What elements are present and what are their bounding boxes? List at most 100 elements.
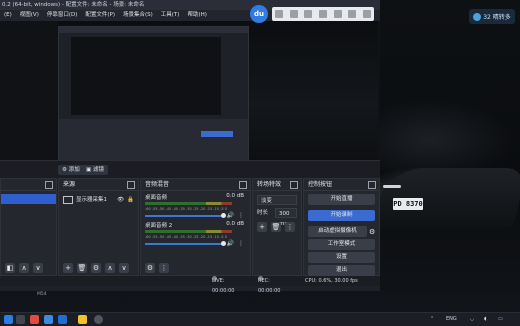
add-icon[interactable]: + [257, 222, 267, 232]
popout-icon[interactable] [127, 181, 135, 189]
add-icon[interactable]: + [63, 263, 73, 273]
menu-scene-collection[interactable]: 场景集合(S) [123, 10, 153, 21]
weather-text: 32 晴转多 [483, 14, 511, 21]
menu-profile[interactable]: 配置文件(P) [85, 10, 115, 21]
source-toolbar: ⚙ 添加 ▣ 滤镜 [0, 160, 380, 179]
recursive-preview [58, 26, 249, 178]
popout-icon[interactable] [290, 181, 298, 189]
preview-area[interactable] [0, 21, 380, 178]
volume-slider[interactable] [145, 243, 222, 245]
obs-app-icon[interactable] [94, 315, 103, 324]
scene-item-selected[interactable] [1, 194, 56, 204]
transition-select[interactable]: 淡变 [257, 195, 297, 205]
move-down-icon[interactable]: ∨ [119, 263, 129, 273]
app-icon[interactable] [16, 315, 25, 324]
docks-area: ◧ ∧ ∨ 来源 显示器采集1 👁 🔒 + 🗑 ⚙ ∧ ∨ 音频混音 桌面音频 … [0, 178, 380, 276]
slider-handle[interactable] [221, 241, 226, 246]
app-icon[interactable] [78, 315, 87, 324]
studio-mode-button[interactable]: 工作室模式 [308, 239, 375, 250]
eye-icon[interactable]: 👁 [117, 195, 124, 205]
sources-footer: + 🗑 ⚙ ∧ ∨ [59, 261, 138, 275]
more-icon[interactable]: ⋮ [238, 212, 244, 219]
gear-icon[interactable]: ⚙ [369, 228, 377, 236]
duration-input[interactable]: 300 ms [275, 208, 297, 227]
menu-tools[interactable]: 工具(T) [161, 10, 180, 21]
baidu-float-icon[interactable]: du [250, 5, 268, 23]
taskbar: ⌃ ENG ◡ ◖ ▭ [0, 312, 520, 326]
move-up-icon[interactable]: ∧ [105, 263, 115, 273]
more-icon[interactable]: ⋮ [238, 240, 244, 247]
menu-view[interactable]: 视图(V) [20, 10, 39, 21]
delete-icon[interactable]: 🗑 [77, 263, 87, 273]
volume-slider[interactable] [145, 215, 222, 217]
start-virtual-camera-button[interactable]: 启动虚拟摄像机 [308, 226, 367, 237]
slider-handle[interactable] [221, 213, 226, 218]
more-icon[interactable]: ⋮ [159, 263, 169, 273]
transition-actions: + 🗑 ⋮ [257, 222, 297, 232]
toolbar-icon[interactable] [318, 10, 327, 18]
corner-label: M54 [37, 292, 47, 297]
gear-icon[interactable]: ⚙ [91, 263, 101, 273]
filter-icon[interactable]: ◧ [5, 263, 15, 273]
battery-icon[interactable]: ▭ [498, 316, 503, 322]
menu-help[interactable]: 帮助(H) [187, 10, 206, 21]
start-icon[interactable] [4, 315, 13, 324]
source-item[interactable]: 显示器采集1 👁 🔒 [63, 195, 134, 205]
exit-button[interactable]: 退出 [308, 265, 375, 276]
toolbar-icon[interactable] [333, 10, 342, 18]
add-source-button[interactable]: ⚙ 添加 [58, 165, 84, 175]
volume-meter [145, 230, 232, 233]
move-down-icon[interactable]: ∨ [33, 263, 43, 273]
menu-edit[interactable]: (E) [4, 10, 12, 21]
lock-icon[interactable]: 🔒 [127, 195, 134, 205]
tray-icon[interactable]: ⌃ [430, 316, 434, 322]
gear-icon[interactable]: ⚙ [145, 263, 155, 273]
app-icon[interactable] [30, 315, 39, 324]
license-plate: PD 8370 [393, 198, 423, 210]
volume-icon[interactable]: ◖ [484, 316, 487, 322]
wifi-icon[interactable]: ◡ [470, 316, 474, 322]
toolbar-icon[interactable] [362, 10, 371, 18]
weather-widget[interactable]: 32 晴转多 [469, 9, 515, 24]
weather-icon [473, 12, 482, 21]
sources-dock: 来源 显示器采集1 👁 🔒 + 🗑 ⚙ ∧ ∨ [58, 178, 139, 276]
start-recording-button[interactable]: 开始录制 [308, 210, 375, 221]
status-bar: LIVE: 00:00:00 REC: 00:00:00 CPU: 0.6%, … [0, 276, 380, 294]
scenes-footer: ◧ ∧ ∨ [1, 261, 56, 275]
mixer-footer: ⚙ ⋮ [141, 261, 250, 275]
gear-icon: ⚙ [62, 167, 67, 173]
toolbar-icon[interactable] [304, 10, 313, 18]
settings-button[interactable]: 设置 [308, 252, 375, 263]
popout-icon[interactable] [239, 181, 247, 189]
toolbar-icon[interactable] [275, 10, 284, 18]
toolbar-icon[interactable] [348, 10, 357, 18]
audio-mixer-dock: 音频混音 桌面音频 0.0 dB -60 -55 -50 -45 -40 -35… [140, 178, 251, 276]
controls-dock: 控制按钮 开始直播 开始录制 启动虚拟摄像机 ⚙ 工作室模式 设置 退出 [303, 178, 380, 276]
obs-window: 0.2 (64-bit, windows) - 配置文件: 未命名 - 场景: … [0, 0, 380, 294]
delete-icon[interactable]: 🗑 [271, 222, 281, 232]
mixer-dock-title: 音频混音 [141, 179, 250, 191]
monitor-icon [63, 196, 73, 204]
cpu-status: CPU: 0.6%, 30.00 fps [305, 278, 358, 284]
more-icon[interactable]: ⋮ [285, 222, 295, 232]
floating-toolbar[interactable] [272, 7, 374, 21]
menu-docks[interactable]: 停靠窗口(D) [47, 10, 78, 21]
start-streaming-button[interactable]: 开始直播 [308, 194, 375, 205]
duration-label: 时长 [257, 210, 269, 216]
speaker-icon[interactable]: 🔊 [227, 240, 234, 247]
app-icon[interactable] [58, 315, 67, 324]
popout-icon[interactable] [45, 181, 53, 189]
mixer-channel: 桌面音频 2 0.0 dB -60 -55 -50 -45 -40 -35 -3… [145, 221, 244, 247]
transition-select-row: 淡变 [257, 195, 297, 205]
move-up-icon[interactable]: ∧ [19, 263, 29, 273]
toolbar-icon[interactable] [289, 10, 298, 18]
app-icon[interactable] [44, 315, 53, 324]
lang-indicator[interactable]: ENG [446, 316, 457, 322]
duration-row: 时长 300 ms [257, 208, 297, 227]
filters-button[interactable]: ▣ 滤镜 [82, 165, 108, 175]
popout-icon[interactable] [368, 181, 376, 189]
transitions-dock: 转场特效 淡变 时长 300 ms + 🗑 ⋮ [252, 178, 302, 276]
scenes-dock-title [1, 179, 56, 191]
filter-icon: ▣ [86, 167, 92, 173]
speaker-icon[interactable]: 🔊 [227, 212, 234, 219]
